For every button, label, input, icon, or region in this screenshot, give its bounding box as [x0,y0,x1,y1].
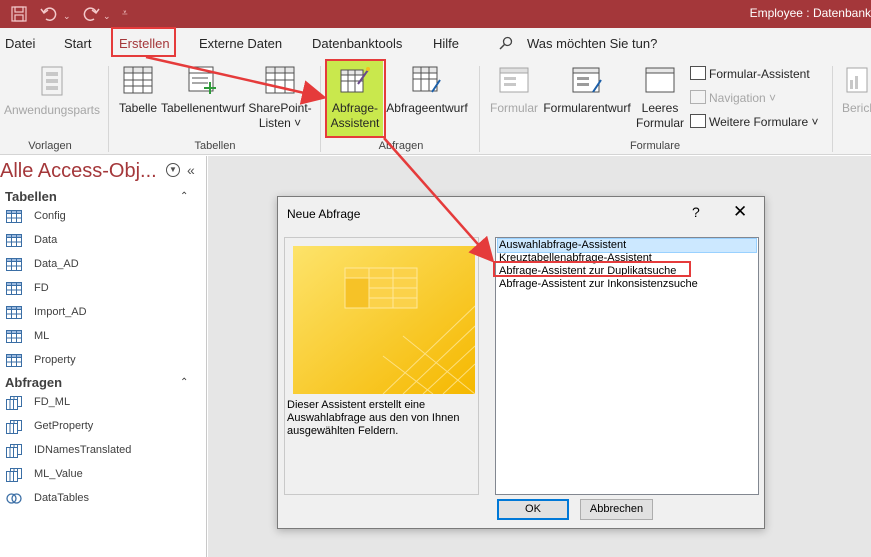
annotation-arrows [145,55,495,263]
arrow-to-abfrage-assistent [145,55,327,105]
arrow-to-duplikatsuche [383,137,495,263]
